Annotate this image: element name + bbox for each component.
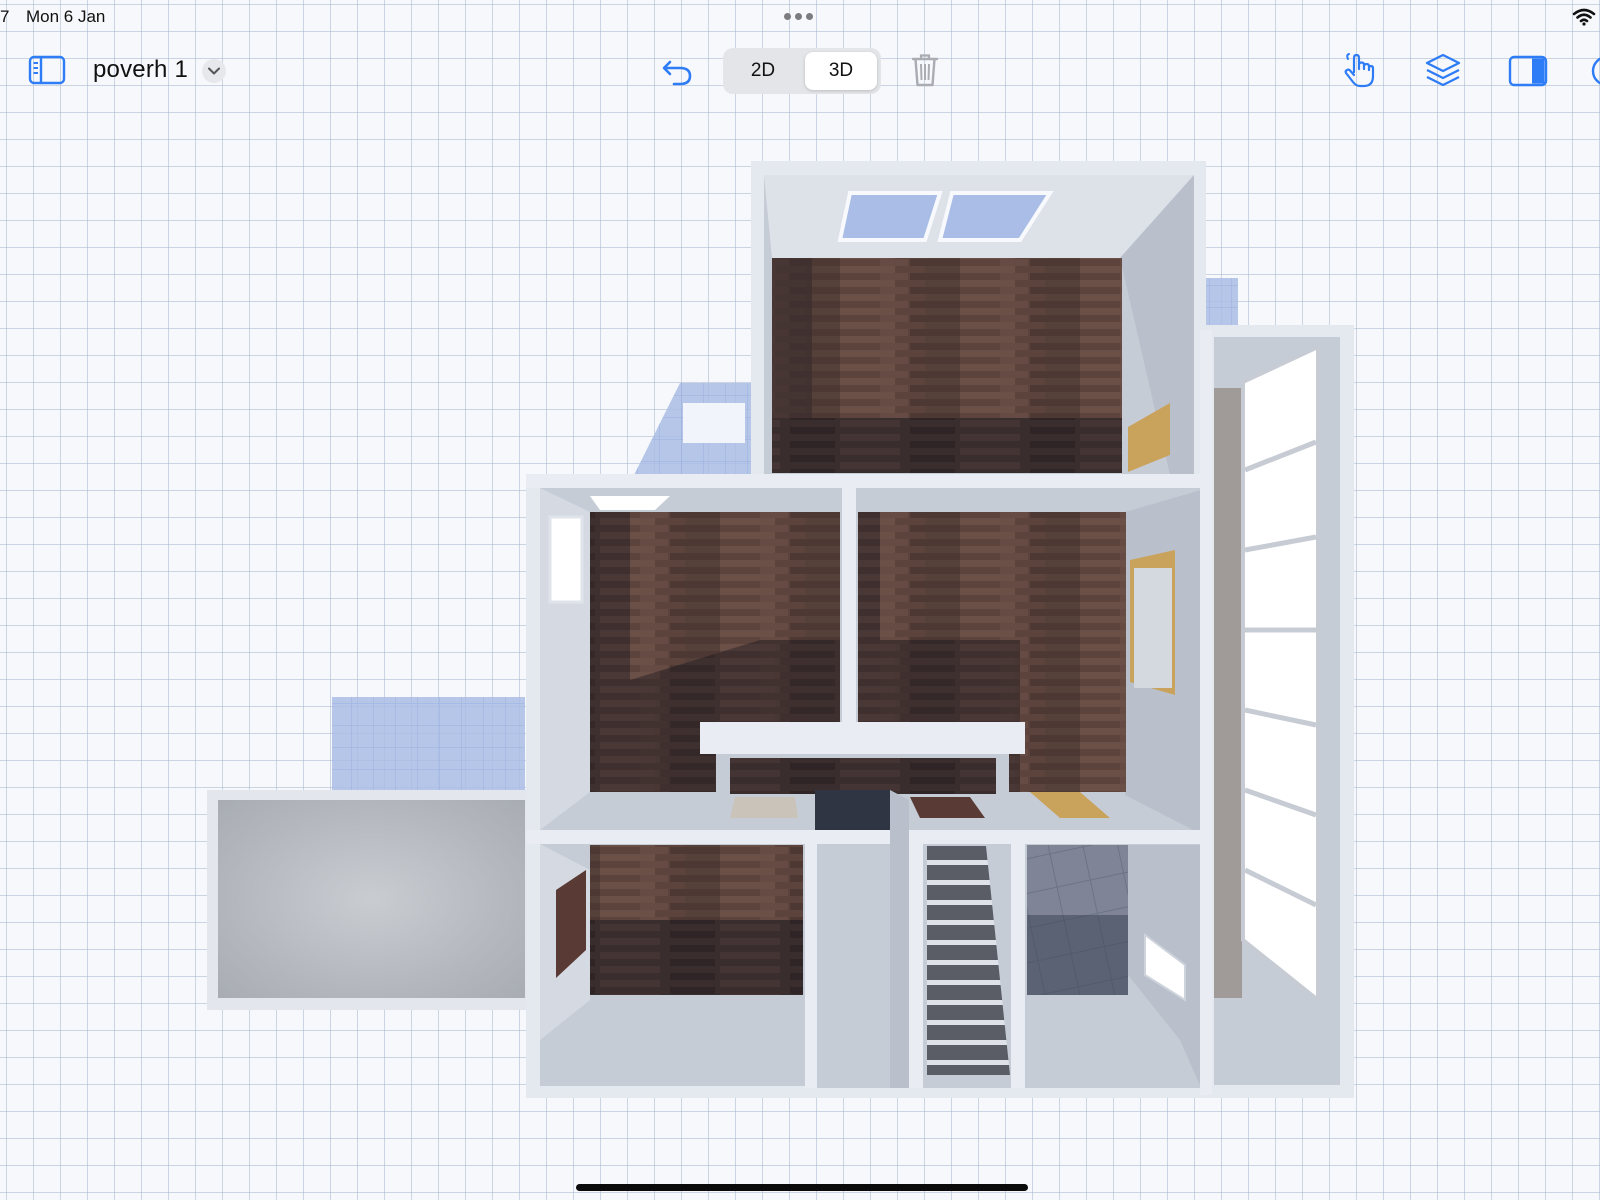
- view-3d-button[interactable]: 3D: [805, 52, 877, 90]
- lower-wall: [526, 830, 1206, 844]
- sunroom-brick: [1214, 388, 1242, 998]
- home-indicator[interactable]: [576, 1184, 1028, 1191]
- terrace-floor: [218, 800, 525, 998]
- trash-icon[interactable]: [910, 52, 940, 88]
- shadow-skylight: [683, 403, 745, 443]
- bathroom-floor-shadow: [1027, 915, 1128, 995]
- west-window: [548, 515, 584, 604]
- side-panel-icon[interactable]: [1508, 54, 1548, 88]
- layers-icon[interactable]: [1424, 52, 1462, 90]
- undo-icon[interactable]: [660, 54, 694, 88]
- sw-divider-wall: [805, 844, 817, 1088]
- hand-pointer-icon[interactable]: [1340, 52, 1378, 90]
- north-skylight-1: [837, 191, 943, 242]
- stair-wall: [909, 830, 923, 1088]
- sidebar-icon[interactable]: [28, 54, 66, 86]
- mid-wall: [526, 474, 1206, 488]
- east-door-opening: [1134, 568, 1172, 688]
- document-title[interactable]: poverh 1: [93, 56, 188, 84]
- status-time: 7: [0, 7, 10, 26]
- stair-right-wall: [1011, 830, 1025, 1088]
- chevron-down-icon: [208, 67, 220, 75]
- multitask-menu-icon[interactable]: [784, 13, 813, 20]
- wifi-icon: [1572, 8, 1596, 26]
- north-room-floor-shadow-left: [772, 258, 812, 418]
- title-menu-button[interactable]: [202, 59, 226, 83]
- status-bar: 7 Mon 6 Jan: [0, 0, 1600, 36]
- center-divider-wall: [842, 488, 856, 748]
- 3d-floor-plan-canvas[interactable]: [0, 100, 1600, 1170]
- status-date: Mon 6 Jan: [26, 7, 106, 26]
- toolbar: poverh 1 2D 3D: [0, 44, 1600, 96]
- hall-door-left: [730, 797, 798, 818]
- view-2d-button[interactable]: 2D: [727, 52, 799, 90]
- hall-wood: [730, 758, 996, 794]
- corridor-right-wall: [890, 790, 909, 1088]
- north-room-floor: [772, 258, 1122, 418]
- shadow-west: [332, 697, 525, 790]
- view-mode-segmented-control: 2D 3D: [723, 48, 881, 94]
- hall-upper-wall: [700, 722, 1025, 754]
- north-room-floor-shadow: [772, 418, 1122, 473]
- more-options-icon[interactable]: [1590, 54, 1600, 88]
- sw-room-floor-shadow: [590, 920, 803, 995]
